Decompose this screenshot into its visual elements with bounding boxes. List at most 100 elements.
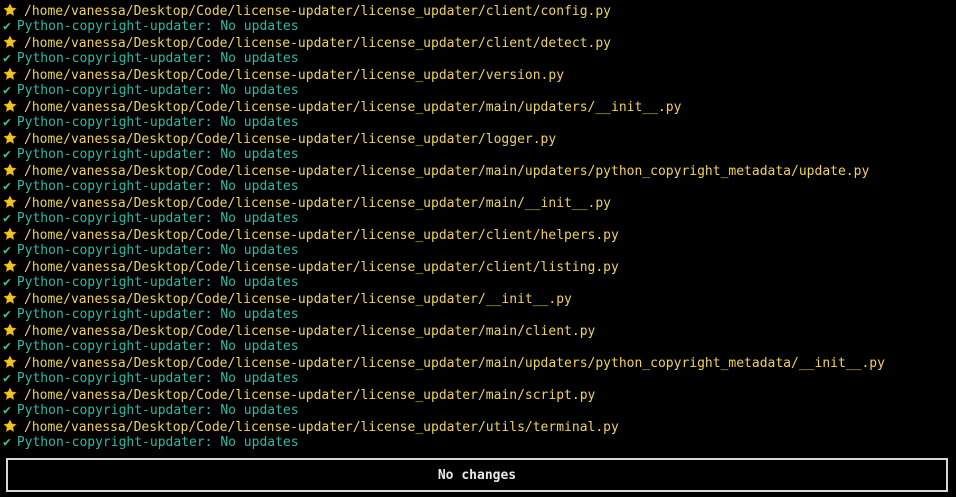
status-text: Python-copyright-updater: No updates [16, 115, 299, 130]
file-path: /home/vanessa/Desktop/Code/license-updat… [24, 164, 870, 179]
check-icon: ✔ [3, 275, 11, 290]
star-icon [3, 195, 17, 208]
file-path-line: /home/vanessa/Desktop/Code/license-updat… [3, 131, 953, 147]
log-entry: /home/vanessa/Desktop/Code/license-updat… [3, 323, 953, 355]
file-path: /home/vanessa/Desktop/Code/license-updat… [24, 36, 611, 51]
file-path: /home/vanessa/Desktop/Code/license-updat… [24, 324, 596, 339]
status-text: Python-copyright-updater: No updates [16, 339, 299, 354]
log-entry: /home/vanessa/Desktop/Code/license-updat… [3, 131, 953, 163]
status-line: ✔ Python-copyright-updater: No updates [3, 19, 953, 35]
check-icon: ✔ [3, 19, 11, 34]
file-path-line: /home/vanessa/Desktop/Code/license-updat… [3, 291, 953, 307]
star-icon [3, 323, 17, 336]
check-icon: ✔ [3, 115, 11, 130]
star-icon [3, 163, 17, 176]
file-path-line: /home/vanessa/Desktop/Code/license-updat… [3, 163, 953, 179]
status-line: ✔ Python-copyright-updater: No updates [3, 115, 953, 131]
star-icon [3, 387, 17, 400]
status-text: Python-copyright-updater: No updates [16, 179, 299, 194]
star-icon [3, 227, 17, 240]
star-icon [3, 67, 17, 80]
file-path-line: /home/vanessa/Desktop/Code/license-updat… [3, 195, 953, 211]
status-text: Python-copyright-updater: No updates [16, 371, 299, 386]
file-path: /home/vanessa/Desktop/Code/license-updat… [24, 132, 557, 147]
file-path: /home/vanessa/Desktop/Code/license-updat… [24, 356, 885, 371]
file-path-line: /home/vanessa/Desktop/Code/license-updat… [3, 419, 953, 435]
star-icon [3, 35, 17, 48]
status-text: Python-copyright-updater: No updates [16, 19, 299, 34]
status-text: Python-copyright-updater: No updates [16, 307, 299, 322]
check-icon: ✔ [3, 243, 11, 258]
status-text: Python-copyright-updater: No updates [16, 147, 299, 162]
status-text: Python-copyright-updater: No updates [16, 211, 299, 226]
log-entry: /home/vanessa/Desktop/Code/license-updat… [3, 3, 953, 35]
check-icon: ✔ [3, 211, 11, 226]
file-path: /home/vanessa/Desktop/Code/license-updat… [24, 4, 611, 19]
file-path-line: /home/vanessa/Desktop/Code/license-updat… [3, 323, 953, 339]
file-path: /home/vanessa/Desktop/Code/license-updat… [24, 388, 596, 403]
check-icon: ✔ [3, 403, 11, 418]
check-icon: ✔ [3, 435, 11, 450]
summary-box: No changes [6, 458, 948, 492]
star-icon [3, 99, 17, 112]
log-entry: /home/vanessa/Desktop/Code/license-updat… [3, 35, 953, 67]
status-text: Python-copyright-updater: No updates [16, 275, 299, 290]
log-entry: /home/vanessa/Desktop/Code/license-updat… [3, 227, 953, 259]
log-entry: /home/vanessa/Desktop/Code/license-updat… [3, 67, 953, 99]
status-line: ✔ Python-copyright-updater: No updates [3, 403, 953, 419]
log-entry: /home/vanessa/Desktop/Code/license-updat… [3, 99, 953, 131]
check-icon: ✔ [3, 307, 11, 322]
status-text: Python-copyright-updater: No updates [16, 243, 299, 258]
status-line: ✔ Python-copyright-updater: No updates [3, 371, 953, 387]
status-line: ✔ Python-copyright-updater: No updates [3, 339, 953, 355]
check-icon: ✔ [3, 51, 11, 66]
terminal-output: /home/vanessa/Desktop/Code/license-updat… [3, 3, 953, 451]
log-entry: /home/vanessa/Desktop/Code/license-updat… [3, 419, 953, 451]
file-path: /home/vanessa/Desktop/Code/license-updat… [24, 100, 682, 115]
star-icon [3, 131, 17, 144]
file-path-line: /home/vanessa/Desktop/Code/license-updat… [3, 355, 953, 371]
log-entry: /home/vanessa/Desktop/Code/license-updat… [3, 259, 953, 291]
status-line: ✔ Python-copyright-updater: No updates [3, 243, 953, 259]
file-path: /home/vanessa/Desktop/Code/license-updat… [24, 68, 565, 83]
status-line: ✔ Python-copyright-updater: No updates [3, 307, 953, 323]
status-text: Python-copyright-updater: No updates [16, 435, 299, 450]
file-path-line: /home/vanessa/Desktop/Code/license-updat… [3, 99, 953, 115]
log-entry: /home/vanessa/Desktop/Code/license-updat… [3, 163, 953, 195]
log-entry: /home/vanessa/Desktop/Code/license-updat… [3, 195, 953, 227]
file-path: /home/vanessa/Desktop/Code/license-updat… [24, 420, 619, 435]
status-line: ✔ Python-copyright-updater: No updates [3, 275, 953, 291]
file-path: /home/vanessa/Desktop/Code/license-updat… [24, 292, 572, 307]
star-icon [3, 291, 17, 304]
file-path-line: /home/vanessa/Desktop/Code/license-updat… [3, 35, 953, 51]
log-entry: /home/vanessa/Desktop/Code/license-updat… [3, 291, 953, 323]
log-entry: /home/vanessa/Desktop/Code/license-updat… [3, 387, 953, 419]
status-text: Python-copyright-updater: No updates [16, 403, 299, 418]
file-path-line: /home/vanessa/Desktop/Code/license-updat… [3, 227, 953, 243]
file-path: /home/vanessa/Desktop/Code/license-updat… [24, 260, 619, 275]
check-icon: ✔ [3, 339, 11, 354]
summary-label: No changes [437, 467, 517, 483]
file-path: /home/vanessa/Desktop/Code/license-updat… [24, 196, 611, 211]
check-icon: ✔ [3, 371, 11, 386]
star-icon [3, 3, 17, 16]
status-text: Python-copyright-updater: No updates [16, 83, 299, 98]
file-path: /home/vanessa/Desktop/Code/license-updat… [24, 228, 619, 243]
check-icon: ✔ [3, 83, 11, 98]
file-path-line: /home/vanessa/Desktop/Code/license-updat… [3, 67, 953, 83]
status-line: ✔ Python-copyright-updater: No updates [3, 83, 953, 99]
check-icon: ✔ [3, 179, 11, 194]
file-path-line: /home/vanessa/Desktop/Code/license-updat… [3, 259, 953, 275]
status-line: ✔ Python-copyright-updater: No updates [3, 51, 953, 67]
star-icon [3, 419, 17, 432]
status-line: ✔ Python-copyright-updater: No updates [3, 211, 953, 227]
check-icon: ✔ [3, 147, 11, 162]
file-path-line: /home/vanessa/Desktop/Code/license-updat… [3, 387, 953, 403]
status-line: ✔ Python-copyright-updater: No updates [3, 435, 953, 451]
star-icon [3, 355, 17, 368]
star-icon [3, 259, 17, 272]
status-line: ✔ Python-copyright-updater: No updates [3, 179, 953, 195]
file-path-line: /home/vanessa/Desktop/Code/license-updat… [3, 3, 953, 19]
log-entry: /home/vanessa/Desktop/Code/license-updat… [3, 355, 953, 387]
status-line: ✔ Python-copyright-updater: No updates [3, 147, 953, 163]
